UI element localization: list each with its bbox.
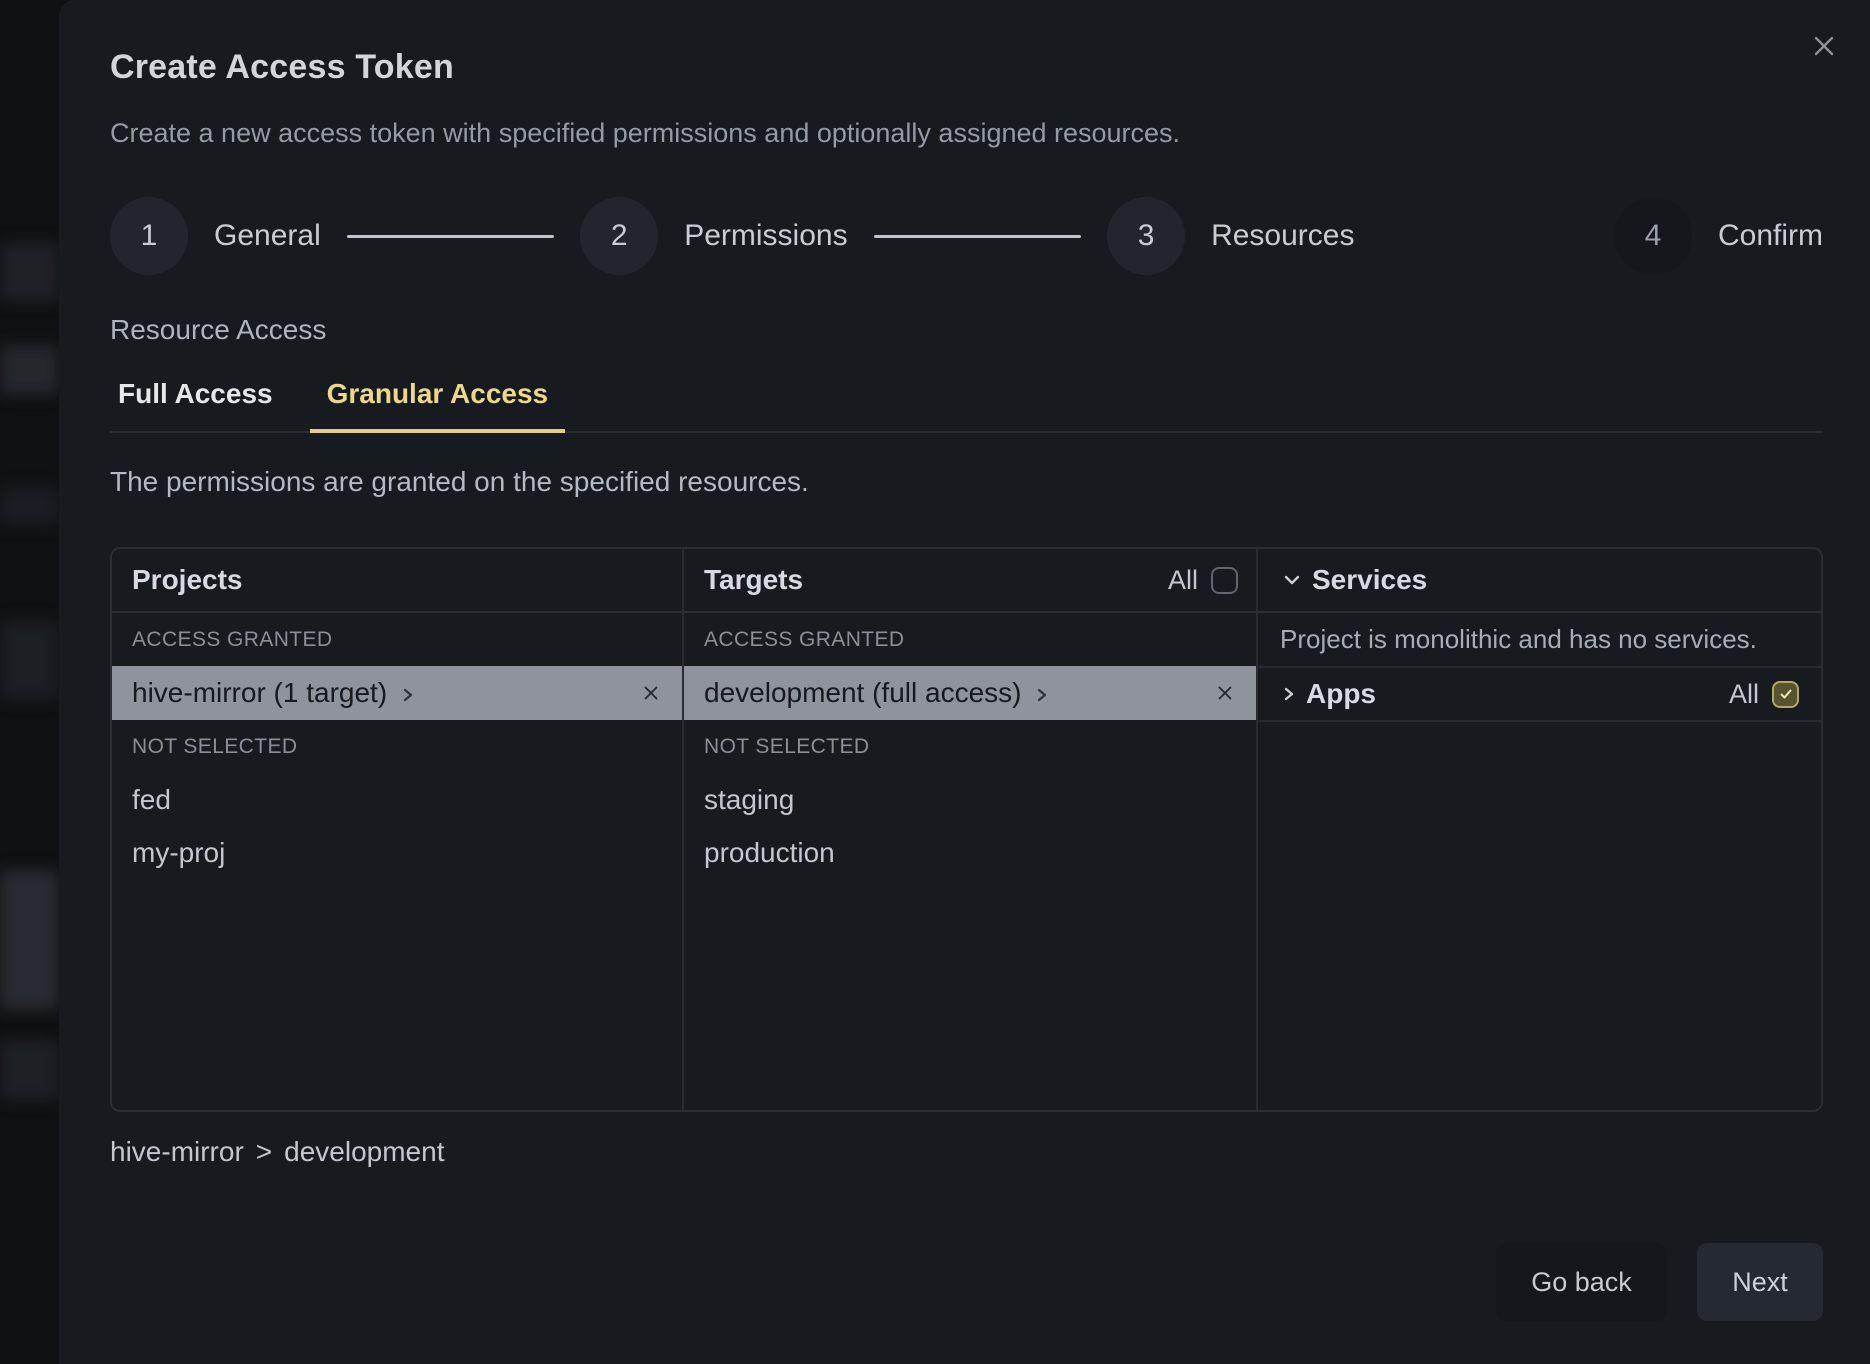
apps-header-label: Apps bbox=[1306, 678, 1376, 710]
chevron-down-icon bbox=[1282, 573, 1302, 587]
targets-header-label: Targets bbox=[704, 564, 803, 596]
selected-project-row[interactable]: hive-mirror (1 target) bbox=[112, 666, 682, 720]
targets-column: Targets All ACCESS GRANTED development (… bbox=[682, 549, 1256, 1110]
close-icon bbox=[1812, 34, 1836, 58]
granular-access-description: The permissions are granted on the speci… bbox=[110, 466, 809, 498]
projects-column: Projects ACCESS GRANTED hive-mirror (1 t… bbox=[112, 549, 682, 1110]
project-item-fed[interactable]: fed bbox=[112, 773, 682, 826]
step-number-badge: 4 bbox=[1614, 197, 1692, 275]
projects-column-header: Projects bbox=[112, 549, 682, 613]
projects-access-granted-label: ACCESS GRANTED bbox=[112, 613, 682, 666]
step-label: Resources bbox=[1211, 219, 1354, 253]
step-confirm[interactable]: 4 Confirm bbox=[1614, 197, 1823, 275]
close-button[interactable] bbox=[1804, 26, 1844, 66]
step-label: General bbox=[214, 219, 321, 253]
chevron-right-icon bbox=[1035, 686, 1049, 704]
target-item-staging[interactable]: staging bbox=[684, 773, 1256, 826]
resource-access-heading: Resource Access bbox=[110, 314, 326, 346]
chevron-right-icon bbox=[401, 686, 415, 704]
remove-icon[interactable] bbox=[642, 684, 660, 702]
selected-target-row[interactable]: development (full access) bbox=[684, 666, 1256, 720]
targets-all-label: All bbox=[1168, 565, 1198, 596]
apps-row[interactable]: Apps All bbox=[1258, 666, 1821, 722]
remove-icon[interactable] bbox=[1216, 684, 1234, 702]
resource-selection-panel: Projects ACCESS GRANTED hive-mirror (1 t… bbox=[110, 547, 1823, 1112]
go-back-button[interactable]: Go back bbox=[1496, 1243, 1667, 1321]
tab-granular-access[interactable]: Granular Access bbox=[310, 374, 566, 433]
next-button[interactable]: Next bbox=[1697, 1243, 1823, 1321]
create-access-token-dialog: Create Access Token Create a new access … bbox=[59, 0, 1870, 1364]
projects-header-label: Projects bbox=[132, 564, 243, 596]
project-item-my-proj[interactable]: my-proj bbox=[112, 826, 682, 879]
selected-project-name: hive-mirror (1 target) bbox=[132, 677, 387, 709]
background-page-strip bbox=[0, 0, 59, 1364]
apps-all-checkbox[interactable] bbox=[1772, 681, 1799, 708]
breadcrumb-project[interactable]: hive-mirror bbox=[110, 1136, 244, 1168]
stepper: 1 General 2 Permissions 3 Resources 4 Co… bbox=[110, 196, 1823, 276]
targets-not-selected-label: NOT SELECTED bbox=[684, 720, 1256, 773]
tab-full-access[interactable]: Full Access bbox=[110, 374, 290, 433]
services-header-label: Services bbox=[1312, 564, 1427, 596]
step-general[interactable]: 1 General bbox=[110, 197, 321, 275]
backdrop-blob bbox=[0, 243, 59, 301]
selected-target-name: development (full access) bbox=[704, 677, 1021, 709]
chevron-right-icon bbox=[1282, 684, 1296, 704]
backdrop-blob bbox=[0, 1040, 59, 1100]
backdrop-blob bbox=[0, 620, 59, 700]
services-column-header[interactable]: Services bbox=[1258, 549, 1821, 613]
services-column: Services Project is monolithic and has n… bbox=[1256, 549, 1821, 1110]
step-permissions[interactable]: 2 Permissions bbox=[580, 197, 847, 275]
step-number-badge: 2 bbox=[580, 197, 658, 275]
step-label: Permissions bbox=[684, 219, 847, 253]
breadcrumb: hive-mirror > development bbox=[110, 1136, 444, 1168]
apps-all-label: All bbox=[1729, 679, 1759, 710]
step-number-badge: 3 bbox=[1107, 197, 1185, 275]
projects-not-selected-label: NOT SELECTED bbox=[112, 720, 682, 773]
resource-access-tabs: Full Access Granular Access bbox=[110, 374, 1823, 433]
backdrop-blob bbox=[0, 870, 59, 1010]
breadcrumb-target[interactable]: development bbox=[284, 1136, 444, 1168]
services-note: Project is monolithic and has no service… bbox=[1258, 613, 1821, 666]
targets-all-checkbox[interactable] bbox=[1211, 567, 1238, 594]
step-connector bbox=[874, 235, 1081, 238]
targets-access-granted-label: ACCESS GRANTED bbox=[684, 613, 1256, 666]
step-resources[interactable]: 3 Resources bbox=[1107, 197, 1354, 275]
dialog-subtitle: Create a new access token with specified… bbox=[110, 118, 1180, 149]
targets-column-header: Targets All bbox=[684, 549, 1256, 613]
step-number-badge: 1 bbox=[110, 197, 188, 275]
checkmark-icon bbox=[1778, 686, 1794, 702]
backdrop-blob bbox=[0, 345, 59, 395]
target-item-production[interactable]: production bbox=[684, 826, 1256, 879]
backdrop-blob bbox=[0, 487, 59, 525]
breadcrumb-separator: > bbox=[256, 1136, 272, 1168]
dialog-title: Create Access Token bbox=[110, 48, 454, 87]
step-label: Confirm bbox=[1718, 219, 1823, 253]
step-connector bbox=[347, 235, 554, 238]
